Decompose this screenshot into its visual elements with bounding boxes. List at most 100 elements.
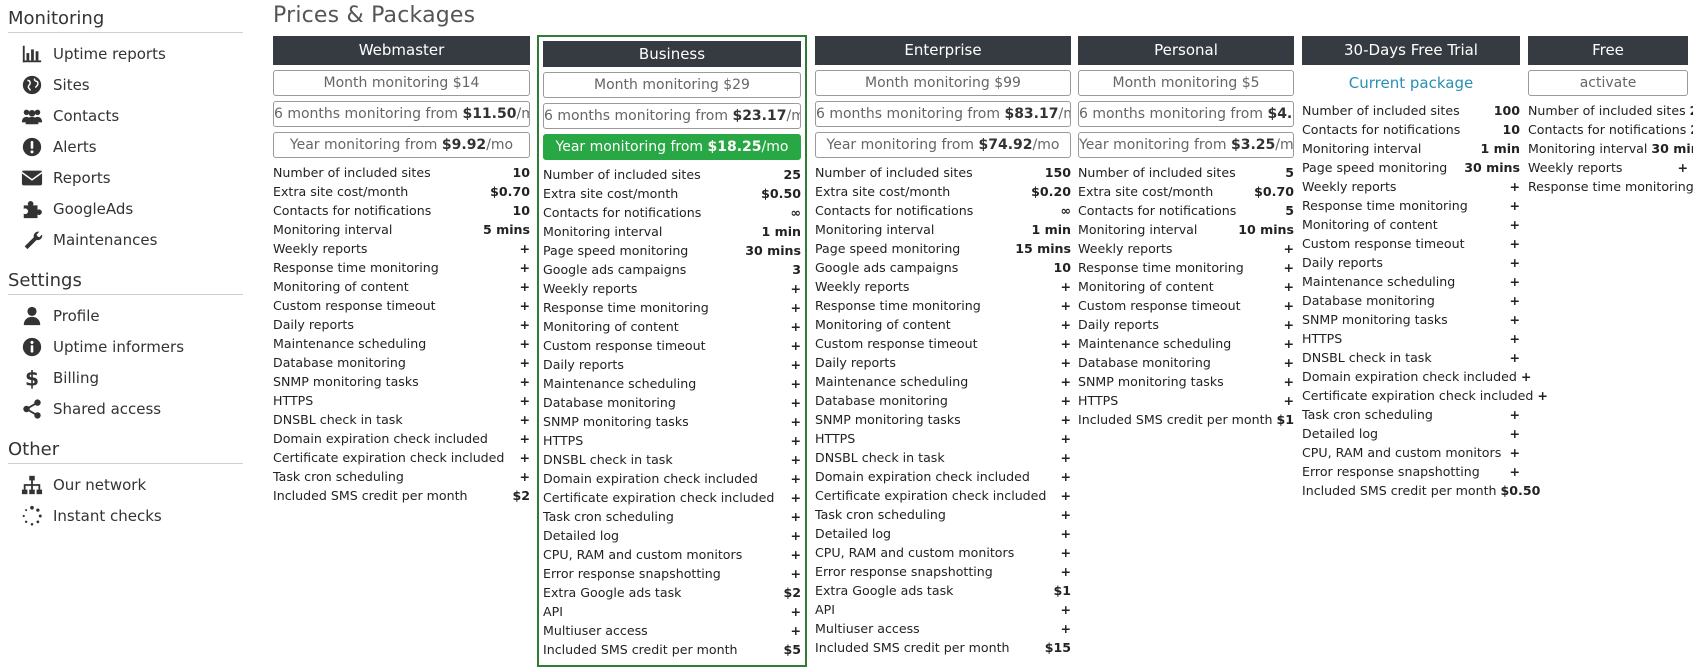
feature-row: SNMP monitoring tasks + bbox=[543, 412, 801, 431]
feature-label: Weekly reports bbox=[1078, 241, 1173, 256]
feature-row: Custom response timeout + bbox=[543, 336, 801, 355]
year-price-button[interactable]: Year monitoring from $9.92/mo bbox=[273, 132, 530, 158]
feature-value: + bbox=[1283, 317, 1294, 332]
feature-value: $0.70 bbox=[1254, 184, 1294, 199]
activate-button[interactable]: activate bbox=[1528, 70, 1688, 96]
feature-value: + bbox=[1509, 179, 1520, 194]
feature-value: + bbox=[1060, 317, 1071, 332]
feature-label: Response time monitoring bbox=[543, 300, 709, 315]
year-price-button[interactable]: Year monitoring from $18.25/mo bbox=[543, 134, 801, 160]
six-months-price-button[interactable]: 6 months monitoring from $23.17/mo bbox=[543, 103, 801, 129]
sidebar-item-maintenances[interactable]: Maintenances bbox=[8, 224, 243, 255]
sidebar-section-title: Other bbox=[8, 436, 243, 464]
feature-value: + bbox=[1060, 431, 1071, 446]
feature-value: $0.70 bbox=[490, 184, 530, 199]
sidebar-item-sites[interactable]: Sites bbox=[8, 69, 243, 100]
six-months-price-button[interactable]: 6 months monitoring from $4.50/mo bbox=[1078, 101, 1294, 127]
feature-value: + bbox=[1060, 526, 1071, 541]
feature-label: Certificate expiration check included bbox=[1302, 388, 1534, 403]
month-price-button[interactable]: Month monitoring $14 bbox=[273, 70, 530, 96]
sidebar-item-billing[interactable]: $ Billing bbox=[8, 362, 243, 393]
feature-value: + bbox=[790, 528, 801, 543]
feature-label: Weekly reports bbox=[273, 241, 368, 256]
sidebar-item-contacts[interactable]: Contacts bbox=[8, 100, 243, 131]
feature-label: Number of included sites bbox=[815, 165, 973, 180]
feature-label: Included SMS credit per month bbox=[815, 640, 1010, 655]
six-months-price-button[interactable]: 6 months monitoring from $83.17/mo bbox=[815, 101, 1071, 127]
feature-row: Certificate expiration check included + bbox=[815, 486, 1071, 505]
feature-row: API + bbox=[815, 600, 1071, 619]
feature-row: Weekly reports + bbox=[1528, 158, 1688, 177]
sidebar-item-uptime-reports[interactable]: Uptime reports bbox=[8, 38, 243, 69]
package-body: Month monitoring $99 6 months monitoring … bbox=[815, 70, 1071, 657]
feature-value: + bbox=[519, 412, 530, 427]
feature-value: 1 min bbox=[761, 224, 801, 239]
sidebar-menu: Uptime reports Sites Contacts Alerts Reports… bbox=[8, 33, 243, 261]
sidebar-item-label: Maintenances bbox=[53, 230, 158, 249]
feature-row: Custom response timeout + bbox=[815, 334, 1071, 353]
sidebar-item-reports[interactable]: Reports bbox=[8, 162, 243, 193]
feature-value: + bbox=[1283, 298, 1294, 313]
feature-row: SNMP monitoring tasks + bbox=[273, 372, 530, 391]
feature-label: SNMP monitoring tasks bbox=[543, 414, 689, 429]
feature-row: Monitoring interval30 mins bbox=[1528, 139, 1693, 158]
feature-label: Weekly reports bbox=[543, 281, 638, 296]
feature-value: + bbox=[1060, 564, 1071, 579]
sidebar-item-profile[interactable]: Profile bbox=[8, 300, 243, 331]
price-value: $9.92 bbox=[441, 137, 487, 153]
feature-row: Database monitoring + bbox=[273, 353, 530, 372]
svg-text:$: $ bbox=[25, 367, 39, 389]
feature-label: Contacts for notifications bbox=[1078, 203, 1237, 218]
feature-label: Daily reports bbox=[1078, 317, 1159, 332]
sidebar-section-title: Monitoring bbox=[8, 5, 243, 33]
feature-label: SNMP monitoring tasks bbox=[1078, 374, 1224, 389]
feature-value: $5 bbox=[783, 642, 801, 657]
feature-row: Weekly reports + bbox=[1078, 239, 1294, 258]
sidebar-item-alerts[interactable]: Alerts bbox=[8, 131, 243, 162]
feature-value: + bbox=[519, 317, 530, 332]
sidebar-item-googleads[interactable]: GoogleAds bbox=[8, 193, 243, 224]
month-price-button[interactable]: Month monitoring $99 bbox=[815, 70, 1071, 96]
six-months-price-button[interactable]: 6 months monitoring from $11.50/mo bbox=[273, 101, 530, 127]
feature-label: HTTPS bbox=[1078, 393, 1119, 408]
feature-label: Custom response timeout bbox=[815, 336, 978, 351]
sidebar-item-label: GoogleAds bbox=[53, 199, 134, 218]
feature-row: Domain expiration check included + bbox=[1302, 367, 1531, 386]
year-price-button[interactable]: Year monitoring from $74.92/mo bbox=[815, 132, 1071, 158]
feature-value: + bbox=[1060, 336, 1071, 351]
feature-label: Certificate expiration check included bbox=[543, 490, 775, 505]
price-value: $18.25 bbox=[707, 139, 762, 155]
feature-row: Certificate expiration check included + bbox=[273, 448, 530, 467]
puzzle-icon bbox=[20, 197, 44, 221]
feature-row: HTTPS + bbox=[1302, 329, 1520, 348]
package-body: Current package Number of included sites 1… bbox=[1302, 70, 1548, 500]
month-price-button[interactable]: Month monitoring $29 bbox=[543, 72, 801, 98]
feature-label: Number of included sites bbox=[543, 167, 701, 182]
feature-row: Task cron scheduling + bbox=[543, 507, 801, 526]
feature-value: 30 mins bbox=[1464, 160, 1520, 175]
feature-label: Monitoring interval bbox=[815, 222, 935, 237]
feature-row: Extra Google ads task $1 bbox=[815, 581, 1071, 600]
feature-row: DNSBL check in task + bbox=[543, 450, 801, 469]
sidebar-item-shared-access[interactable]: Shared access bbox=[8, 393, 243, 424]
sidebar-item-instant-checks[interactable]: Instant checks bbox=[8, 500, 243, 531]
feature-label: Error response snapshotting bbox=[815, 564, 993, 579]
feature-label: Google ads campaigns bbox=[815, 260, 959, 275]
feature-label: Monitoring interval bbox=[1078, 222, 1198, 237]
price-label: Year monitoring from bbox=[1079, 137, 1231, 153]
info-circle-icon bbox=[20, 335, 44, 359]
package-header: Webmaster bbox=[273, 36, 530, 65]
feature-value: 25 bbox=[783, 167, 801, 182]
sidebar-item-uptime-informers[interactable]: Uptime informers bbox=[8, 331, 243, 362]
price-label: Year monitoring from bbox=[555, 139, 708, 155]
feature-row: Monitoring of content + bbox=[1302, 215, 1520, 234]
sidebar-item-our-network[interactable]: Our network bbox=[8, 469, 243, 500]
feature-value: + bbox=[1283, 374, 1294, 389]
feature-row: Custom response timeout + bbox=[273, 296, 530, 315]
feature-value: + bbox=[1060, 279, 1071, 294]
feature-value: 15 mins bbox=[1015, 241, 1071, 256]
feature-row: Response time monitoring + bbox=[1302, 196, 1520, 215]
month-price-button[interactable]: Month monitoring $5 bbox=[1078, 70, 1294, 96]
year-price-button[interactable]: Year monitoring from $3.25/mo bbox=[1078, 132, 1294, 158]
feature-label: HTTPS bbox=[273, 393, 314, 408]
